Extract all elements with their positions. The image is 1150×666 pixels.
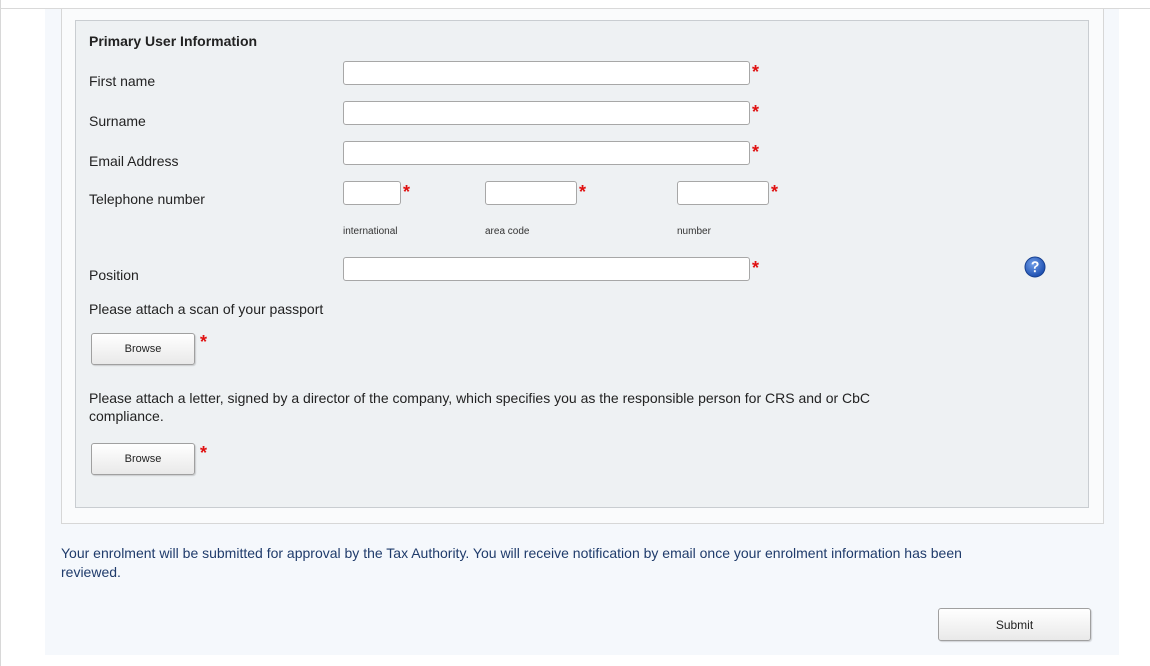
required-asterisk: * bbox=[579, 182, 587, 202]
letter-prompt-line2: compliance. bbox=[89, 408, 164, 424]
submit-button[interactable]: Submit bbox=[938, 608, 1091, 641]
required-asterisk: * bbox=[403, 182, 411, 202]
enrolment-notice: Your enrolment will be submitted for app… bbox=[61, 544, 1111, 582]
telephone-number-input[interactable] bbox=[677, 181, 769, 205]
required-asterisk: * bbox=[771, 182, 779, 202]
surname-input[interactable] bbox=[343, 101, 750, 125]
enrolment-notice-line2: reviewed. bbox=[61, 564, 121, 580]
page-left-rule bbox=[0, 0, 1, 666]
required-asterisk: * bbox=[752, 258, 760, 278]
number-sublabel: number bbox=[677, 226, 711, 237]
passport-prompt: Please attach a scan of your passport bbox=[89, 301, 324, 317]
email-input[interactable] bbox=[343, 141, 750, 165]
telephone-area-code-input[interactable] bbox=[485, 181, 577, 205]
first-name-label: First name bbox=[89, 73, 156, 89]
question-circle-icon[interactable] bbox=[1024, 256, 1046, 278]
passport-browse-button[interactable]: Browse bbox=[91, 333, 195, 365]
email-label: Email Address bbox=[89, 153, 179, 169]
required-asterisk: * bbox=[752, 142, 760, 162]
position-label: Position bbox=[89, 267, 139, 283]
position-input[interactable] bbox=[343, 257, 750, 281]
telephone-label: Telephone number bbox=[89, 191, 205, 207]
required-asterisk: * bbox=[200, 443, 208, 463]
surname-label: Surname bbox=[89, 113, 146, 129]
required-asterisk: * bbox=[200, 332, 208, 352]
letter-browse-button[interactable]: Browse bbox=[91, 443, 195, 475]
letter-prompt-line1: Please attach a letter, signed by a dire… bbox=[89, 390, 871, 406]
required-asterisk: * bbox=[752, 62, 760, 82]
telephone-international-input[interactable] bbox=[343, 181, 401, 205]
area-code-sublabel: area code bbox=[485, 226, 530, 237]
required-asterisk: * bbox=[752, 102, 760, 122]
enrolment-notice-line1: Your enrolment will be submitted for app… bbox=[61, 545, 962, 561]
international-sublabel: international bbox=[343, 226, 398, 237]
first-name-input[interactable] bbox=[343, 61, 750, 85]
fieldset-legend: Primary User Information bbox=[89, 33, 258, 49]
